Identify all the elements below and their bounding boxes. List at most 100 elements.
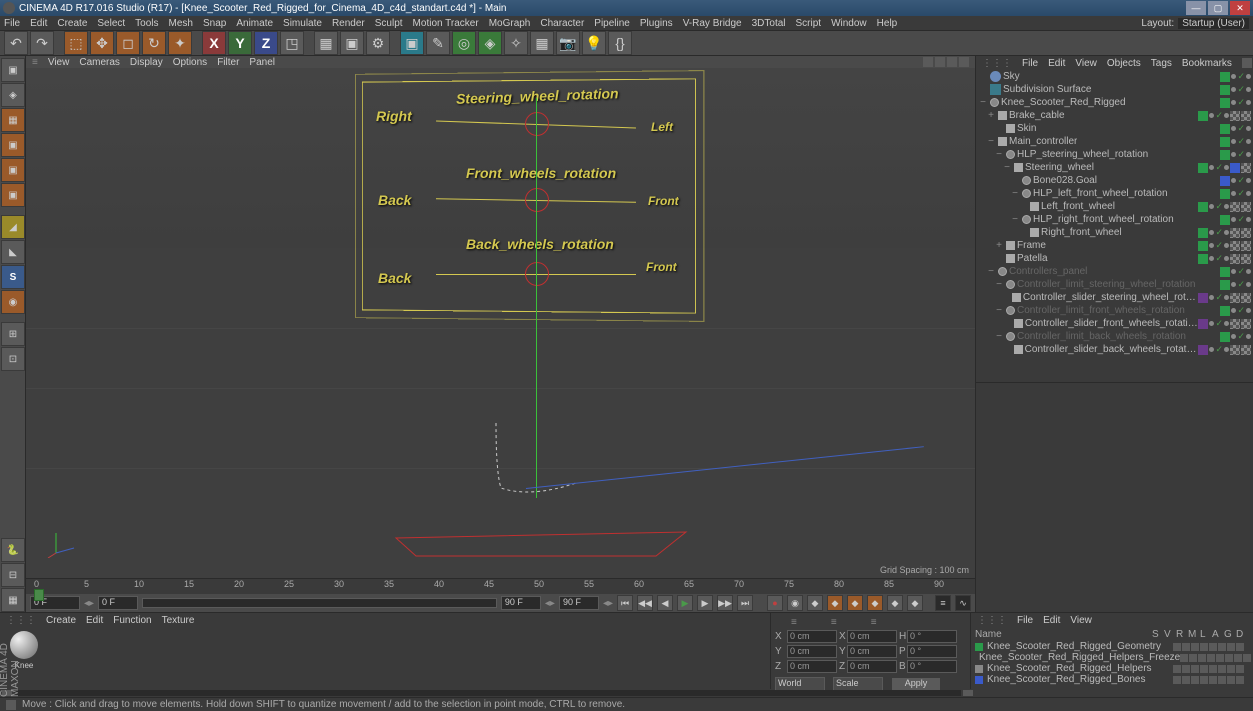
layer-flag-icon[interactable] (1218, 665, 1226, 673)
visibility-tag-icon[interactable]: ✓ (1215, 201, 1223, 212)
menu-window[interactable]: Window (831, 18, 867, 29)
menu-pipeline[interactable]: Pipeline (594, 18, 630, 29)
axis-mode-button[interactable]: ▣ (1, 158, 25, 182)
tree-row[interactable]: −HLP_right_front_wheel_rotation✓ (976, 213, 1253, 226)
tree-row[interactable]: Bone028.Goal✓ (976, 174, 1253, 187)
visibility-tag-icon[interactable]: ✓ (1237, 266, 1245, 277)
move-button[interactable]: ✥ (90, 31, 114, 55)
layer-row[interactable]: Knee_Scooter_Red_Rigged_Bones (971, 674, 1248, 685)
vp-menu-panel[interactable]: Panel (249, 57, 275, 68)
layer-flag-icon[interactable] (1191, 676, 1199, 684)
material-tag-icon[interactable] (1241, 254, 1251, 264)
pos-y-field[interactable]: 0 cm (787, 645, 837, 658)
viewport-2-button[interactable]: ⊡ (1, 347, 25, 371)
layer-flag-icon[interactable] (1182, 676, 1190, 684)
frame-slider[interactable] (142, 598, 497, 608)
layer-flag-icon[interactable] (1227, 643, 1235, 651)
tree-toggle-icon[interactable]: + (986, 110, 996, 121)
obj-menu-edit[interactable]: Edit (1048, 58, 1065, 69)
coord-system-button[interactable]: ◳ (280, 31, 304, 55)
layer-tag-icon[interactable] (1220, 85, 1230, 95)
material-tag-icon[interactable] (1230, 111, 1240, 121)
point-mode-button[interactable]: ▣ (1, 183, 25, 207)
next-frame-button[interactable]: ▶ (697, 595, 713, 611)
generator-button[interactable]: ◎ (452, 31, 476, 55)
axis-x-button[interactable]: X (202, 31, 226, 55)
menu-simulate[interactable]: Simulate (283, 18, 322, 29)
layer-tag-icon[interactable] (1220, 332, 1230, 342)
overlay-front-handle[interactable] (525, 188, 549, 212)
menu-sculpt[interactable]: Sculpt (375, 18, 403, 29)
layer-tag-icon[interactable] (1198, 228, 1208, 238)
tree-row[interactable]: Skin✓ (976, 122, 1253, 135)
axis-z-button[interactable]: Z (254, 31, 278, 55)
layer-tag-icon[interactable] (1220, 280, 1230, 290)
material-tag-icon[interactable] (1241, 293, 1251, 303)
material-tag-icon[interactable] (1241, 319, 1251, 329)
layer-tag-icon[interactable] (1198, 254, 1208, 264)
script-button[interactable]: {} (608, 31, 632, 55)
layer-flag-icon[interactable] (1209, 665, 1217, 673)
layer-flag-icon[interactable] (1198, 654, 1206, 662)
vp-menu-cameras[interactable]: Cameras (79, 57, 120, 68)
tree-row[interactable]: −Controller_limit_front_wheels_rotation✓ (976, 304, 1253, 317)
tree-toggle-icon[interactable]: − (994, 331, 1004, 342)
layer-flag-icon[interactable] (1236, 665, 1244, 673)
tree-toggle-icon[interactable]: − (994, 279, 1004, 290)
environment-button[interactable]: ✧ (504, 31, 528, 55)
layer-flag-icon[interactable] (1225, 654, 1233, 662)
render-pv-button[interactable]: ▣ (340, 31, 364, 55)
material-tag-icon[interactable] (1230, 241, 1240, 251)
next-key-button[interactable]: ▶▶ (717, 595, 733, 611)
coord-mode-dropdown[interactable]: World (775, 677, 825, 691)
menu-script[interactable]: Script (796, 18, 822, 29)
enable-snap-button[interactable]: ◉ (1, 290, 25, 314)
close-button[interactable]: ✕ (1230, 1, 1250, 15)
rot-h-field[interactable]: 0 ° (907, 630, 957, 643)
tree-row[interactable]: −Knee_Scooter_Red_Rigged✓ (976, 96, 1253, 109)
tree-toggle-icon[interactable]: − (1010, 188, 1020, 199)
deformer-button[interactable]: ◈ (478, 31, 502, 55)
object-mode-button[interactable]: ▣ (1, 133, 25, 157)
material-tag-icon[interactable] (1230, 293, 1240, 303)
range-field[interactable]: 90 F (501, 596, 541, 610)
material-tag-icon[interactable] (1230, 202, 1240, 212)
frame-spinner-icon[interactable]: ◂▸ (603, 598, 613, 609)
minimize-button[interactable]: — (1186, 1, 1206, 15)
obj-menu-bookmarks[interactable]: Bookmarks (1182, 58, 1232, 69)
extra-button[interactable]: ▦ (1, 588, 25, 612)
layer-flag-icon[interactable] (1218, 643, 1226, 651)
vp-nav-icon[interactable] (935, 57, 945, 67)
tree-toggle-icon[interactable]: − (978, 97, 988, 108)
prev-key-button[interactable]: ◀◀ (637, 595, 653, 611)
menu-vray[interactable]: V-Ray Bridge (683, 18, 742, 29)
layer-tag-icon[interactable] (1198, 293, 1208, 303)
rot-p-field[interactable]: 0 ° (907, 645, 957, 658)
menu-help[interactable]: Help (877, 18, 898, 29)
visibility-tag-icon[interactable]: ✓ (1215, 292, 1223, 303)
layer-tag-icon[interactable] (1198, 241, 1208, 251)
key-pla-button[interactable]: ◆ (907, 595, 923, 611)
layer-color-icon[interactable] (975, 665, 983, 673)
visibility-tag-icon[interactable]: ✓ (1215, 344, 1223, 355)
scale-button[interactable]: ◻ (116, 31, 140, 55)
redo-button[interactable]: ↷ (30, 31, 54, 55)
place-button[interactable]: ✦ (168, 31, 192, 55)
key-param-button[interactable]: ◆ (887, 595, 903, 611)
play-button[interactable]: ▶ (677, 595, 693, 611)
cube-button[interactable]: ▣ (400, 31, 424, 55)
obj-menu-objects[interactable]: Objects (1107, 58, 1141, 69)
light-button[interactable]: 💡 (582, 31, 606, 55)
layer-flag-icon[interactable] (1191, 665, 1199, 673)
layer-tag-icon[interactable] (1220, 150, 1230, 160)
visibility-tag-icon[interactable]: ✓ (1237, 214, 1245, 225)
camera-button[interactable]: 📷 (556, 31, 580, 55)
layer-tag-icon[interactable] (1220, 137, 1230, 147)
texture-mode-button[interactable]: ◈ (1, 83, 25, 107)
viewport-1-button[interactable]: ⊞ (1, 322, 25, 346)
layer-flag-icon[interactable] (1200, 643, 1208, 651)
overlay-back-handle[interactable] (525, 262, 549, 286)
layer-tag-icon[interactable] (1220, 215, 1230, 225)
workplane-button[interactable]: ▦ (1, 108, 25, 132)
vp-nav-icon[interactable] (923, 57, 933, 67)
